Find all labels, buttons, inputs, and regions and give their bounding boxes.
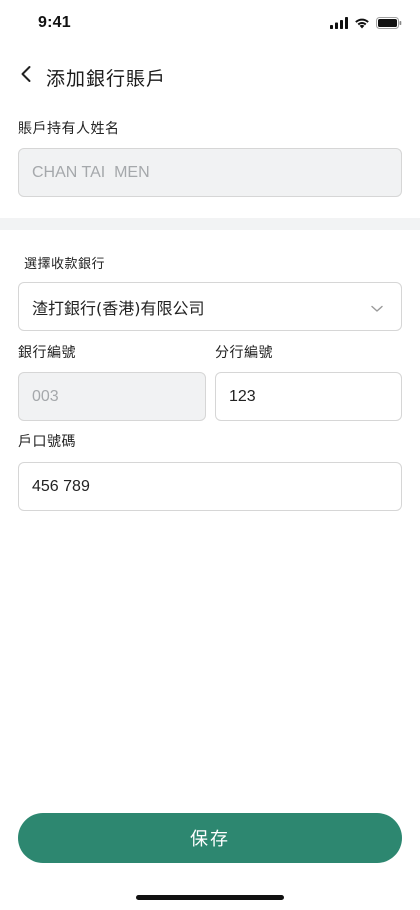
status-bar: 9:41 [0,0,420,50]
bank-code-field[interactable]: 003 [18,372,206,421]
section-divider [0,218,420,230]
account-holder-value: CHAN TAI MEN [32,163,150,181]
battery-icon [376,17,402,29]
bank-select-dropdown[interactable]: 渣打銀行(香港)有限公司 [18,282,402,331]
bank-select-value: 渣打銀行(香港)有限公司 [32,298,205,318]
account-number-field[interactable]: 456 789 [18,462,402,511]
account-holder-field[interactable]: CHAN TAI MEN [18,148,402,197]
status-time: 9:41 [38,14,71,31]
chevron-left-icon [20,65,32,87]
branch-code-value: 123 [229,387,256,405]
header: 添加銀行賬戶 [0,56,420,96]
bank-code-label: 銀行編號 [18,345,76,361]
branch-code-field[interactable]: 123 [215,372,402,421]
cellular-signal-icon [330,17,348,29]
account-number-value: 456 789 [32,477,90,495]
account-holder-label: 賬戶持有人姓名 [18,121,120,137]
save-button[interactable]: 保存 [18,813,402,863]
branch-code-label: 分行編號 [215,345,273,361]
wifi-icon [354,17,370,29]
status-icons [330,15,402,31]
bank-code-value: 003 [32,387,59,405]
chevron-down-icon [371,300,383,318]
save-button-label: 保存 [190,829,230,850]
bank-select-label: 選擇收款銀行 [24,257,106,272]
account-number-label: 戶口號碼 [18,434,76,450]
page-title: 添加銀行賬戶 [46,68,167,90]
home-indicator [136,895,284,900]
back-button[interactable] [14,62,38,90]
